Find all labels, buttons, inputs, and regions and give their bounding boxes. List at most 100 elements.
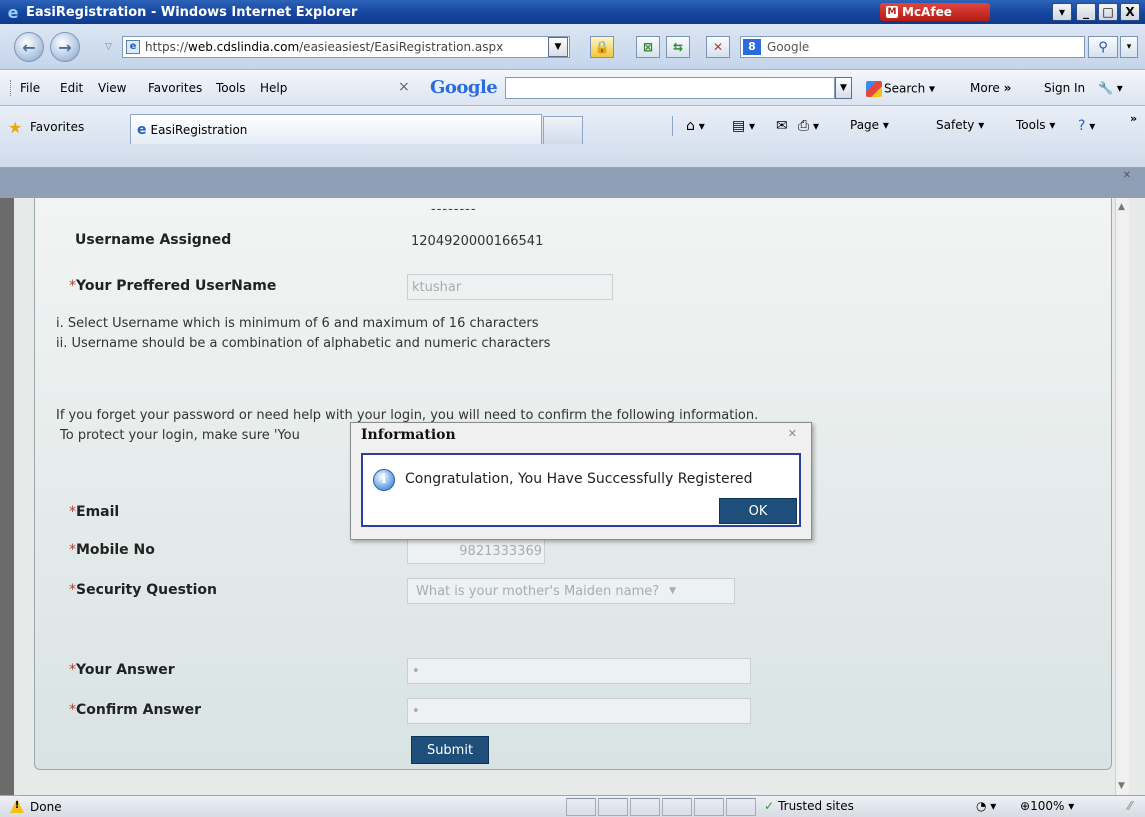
- status-cell: [598, 798, 628, 816]
- close-button[interactable]: X: [1120, 3, 1140, 21]
- url-scheme: https://: [145, 40, 189, 54]
- preferred-username-label: *Your Preffered UserName: [69, 278, 276, 294]
- submit-button[interactable]: Submit: [411, 736, 489, 764]
- favorites-star-icon[interactable]: ★: [8, 118, 22, 137]
- google-toolbar-search-input[interactable]: [505, 77, 835, 99]
- recent-pages-dropdown[interactable]: ▽: [105, 42, 112, 52]
- page-icon: e: [126, 40, 140, 54]
- menu-favorites[interactable]: Favorites: [148, 81, 202, 95]
- address-row: ← → ▽ e https://web.cdslindia.com/easiea…: [0, 24, 1145, 70]
- print-button[interactable]: ⎙ ▾: [798, 118, 819, 134]
- status-cell: [630, 798, 660, 816]
- security-zone[interactable]: ✓ Trusted sites: [764, 799, 854, 813]
- address-bar[interactable]: e https://web.cdslindia.com/easieasiest/…: [122, 36, 570, 58]
- resize-grip-icon[interactable]: ⁄⁄: [1128, 799, 1132, 813]
- toolbar-overflow-chevron[interactable]: »: [1130, 112, 1137, 125]
- compatibility-icon: ⊠: [642, 40, 654, 54]
- username-rule-1: i. Select Username which is minimum of 6…: [56, 316, 539, 331]
- menu-dropdown-button[interactable]: ▾: [1052, 3, 1072, 21]
- status-cell: [566, 798, 596, 816]
- safety-menu-button[interactable]: Safety ▾: [936, 118, 984, 132]
- content-header-strip: ✕: [0, 168, 1145, 198]
- search-input[interactable]: 8 Google: [740, 36, 1085, 58]
- tab-easiregistration[interactable]: e EasiRegistration: [130, 114, 542, 144]
- wrench-icon: 🔧: [1098, 81, 1113, 95]
- page-menu-button[interactable]: Page ▾: [850, 118, 889, 132]
- chevron-down-icon: ▼: [840, 83, 847, 93]
- menu-help[interactable]: Help: [260, 81, 287, 95]
- stop-button[interactable]: ✕: [706, 36, 730, 58]
- menu-view[interactable]: View: [98, 81, 126, 95]
- answer-text: Your Answer: [76, 662, 175, 678]
- help-menu-button[interactable]: ? ▾: [1078, 118, 1095, 134]
- google-search-icon: [866, 81, 882, 97]
- home-button[interactable]: ⌂ ▾: [686, 118, 705, 134]
- menu-edit[interactable]: Edit: [60, 81, 83, 95]
- mcafee-label: McAfee: [902, 5, 952, 19]
- zoom-button[interactable]: ⊕100% ▾: [1020, 799, 1074, 813]
- feeds-button[interactable]: ▤ ▾: [732, 118, 755, 134]
- answer-input[interactable]: •: [407, 658, 751, 684]
- information-dialog: Information ✕ i Congratulation, You Have…: [350, 422, 812, 540]
- confirm-answer-label: *Confirm Answer: [69, 702, 201, 718]
- url-path: /easieasiest/EasiRegistration.aspx: [299, 40, 504, 54]
- security-zone-label: Trusted sites: [778, 799, 854, 813]
- globe-icon: ◔: [976, 799, 987, 813]
- favorites-button[interactable]: Favorites: [30, 120, 84, 134]
- tools-menu-button[interactable]: Tools ▾: [1016, 118, 1055, 132]
- mobile-input[interactable]: 9821333369: [407, 538, 545, 564]
- google-more-button[interactable]: More »: [970, 81, 1011, 95]
- safety-menu-label: Safety: [936, 118, 975, 132]
- forward-button[interactable]: →: [50, 32, 80, 62]
- google-toolbar-dropdown[interactable]: ▼: [835, 77, 852, 99]
- refresh-icon: ⇆: [672, 40, 684, 54]
- new-tab-button[interactable]: [543, 116, 583, 144]
- close-icon[interactable]: ✕: [1123, 170, 1131, 181]
- confirm-answer-text: Confirm Answer: [76, 702, 202, 718]
- back-button[interactable]: ←: [14, 32, 44, 62]
- warning-icon: !: [10, 799, 24, 813]
- address-dropdown[interactable]: ▼: [548, 37, 568, 57]
- google-search-label: Search: [884, 81, 926, 96]
- required-star: *: [69, 504, 76, 520]
- search-button[interactable]: ⚲: [1088, 36, 1118, 58]
- status-cell: [726, 798, 756, 816]
- close-toolbar-icon[interactable]: ×: [398, 79, 410, 95]
- email-text: Email: [76, 504, 120, 520]
- dialog-body: i Congratulation, You Have Successfully …: [361, 453, 801, 527]
- help-text-1: If you forget your password or need help…: [56, 408, 759, 423]
- google-signin-button[interactable]: Sign In: [1044, 81, 1085, 95]
- security-lock-button[interactable]: 🔒: [590, 36, 614, 58]
- dialog-close-icon[interactable]: ✕: [788, 427, 797, 440]
- security-question-label: *Security Question: [69, 582, 217, 598]
- menu-file[interactable]: File: [20, 81, 40, 95]
- protected-mode-button[interactable]: ◔ ▾: [976, 799, 996, 813]
- scroll-down-icon[interactable]: ▼: [1118, 781, 1125, 791]
- dialog-title: Information: [361, 427, 456, 443]
- maximize-button[interactable]: □: [1098, 3, 1118, 21]
- menu-tools[interactable]: Tools: [216, 81, 246, 95]
- minimize-button[interactable]: _: [1076, 3, 1096, 21]
- mcafee-button[interactable]: M McAfee: [880, 3, 990, 21]
- confirm-answer-input[interactable]: •: [407, 698, 751, 724]
- ie-page-icon: e: [137, 121, 147, 138]
- google-search-button[interactable]: Search ▾: [866, 81, 935, 97]
- refresh-button[interactable]: ⇆: [666, 36, 690, 58]
- preferred-username-input[interactable]: ktushar: [407, 274, 613, 300]
- username-assigned-value: 1204920000166541: [411, 234, 544, 249]
- help-text-2: To protect your login, make sure 'You: [60, 428, 300, 443]
- scroll-up-icon[interactable]: ▲: [1118, 202, 1125, 212]
- chevron-down-icon: ▼: [669, 586, 677, 596]
- email-label: *Email: [69, 504, 119, 520]
- mail-button[interactable]: ✉: [776, 118, 788, 134]
- vertical-scrollbar[interactable]: ▲ ▼: [1115, 198, 1129, 795]
- security-question-select[interactable]: What is your mother's Maiden name? ▼: [407, 578, 735, 604]
- username-assigned-label: Username Assigned: [75, 232, 232, 248]
- toolbar-grip: [10, 80, 13, 96]
- google-logo: Google: [430, 77, 498, 98]
- status-cell: [694, 798, 724, 816]
- compatibility-button[interactable]: ⊠: [636, 36, 660, 58]
- ok-button[interactable]: OK: [719, 498, 797, 524]
- search-options-dropdown[interactable]: ▾: [1120, 36, 1138, 58]
- wrench-button[interactable]: 🔧 ▾: [1098, 81, 1123, 95]
